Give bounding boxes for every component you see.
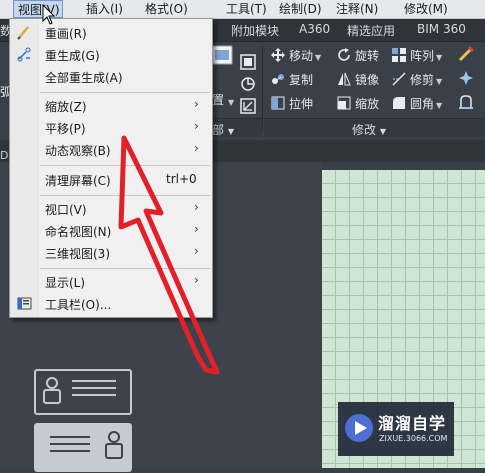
play-logo-icon [345,414,373,442]
watermark-title: 溜溜自学 [378,414,447,433]
watermark-url: ZIXUE.3066.COM [379,434,448,443]
annotation-arrow-icon [118,135,220,375]
